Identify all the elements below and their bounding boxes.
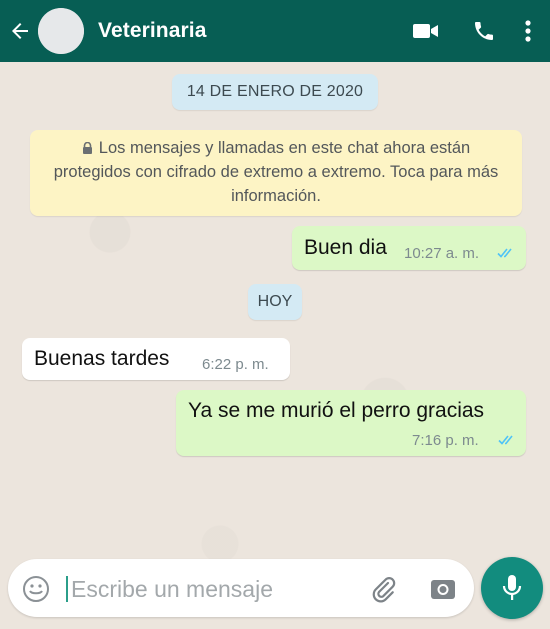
camera-icon[interactable] bbox=[429, 575, 457, 603]
chat-header: Veterinaria bbox=[0, 0, 550, 62]
message-bubble-outgoing[interactable]: Buen dia 10:27 a. m. bbox=[292, 226, 526, 270]
chat-area[interactable]: 14 DE ENERO DE 2020 Los mensajes y llama… bbox=[0, 62, 550, 629]
message-time: 10:27 a. m. bbox=[404, 245, 480, 262]
microphone-button[interactable] bbox=[481, 557, 543, 619]
text-cursor bbox=[66, 576, 68, 602]
phone-icon[interactable] bbox=[462, 0, 506, 62]
message-bubble-outgoing[interactable]: Ya se me murió el perro gracias 7:16 p. … bbox=[176, 390, 526, 456]
avatar[interactable] bbox=[38, 8, 84, 54]
message-time: 6:22 p. m. bbox=[202, 356, 269, 373]
message-bubble-incoming[interactable]: Buenas tardes 6:22 p. m. bbox=[22, 338, 290, 380]
today-chip: HOY bbox=[248, 284, 302, 320]
attach-icon[interactable] bbox=[368, 574, 398, 604]
video-call-icon[interactable] bbox=[404, 0, 448, 62]
message-composer[interactable]: Escribe un mensaje bbox=[8, 559, 474, 617]
message-text: Ya se me murió el perro gracias bbox=[188, 399, 485, 422]
message-time: 7:16 p. m. bbox=[412, 432, 479, 449]
more-options-icon[interactable] bbox=[512, 0, 544, 62]
microphone-icon bbox=[502, 575, 522, 600]
date-chip: 14 DE ENERO DE 2020 bbox=[172, 74, 378, 110]
lock-icon bbox=[82, 137, 93, 154]
message-input[interactable]: Escribe un mensaje bbox=[71, 576, 273, 603]
encryption-notice[interactable]: Los mensajes y llamadas en este chat aho… bbox=[30, 130, 522, 216]
encryption-notice-text: Los mensajes y llamadas en este chat aho… bbox=[53, 139, 499, 205]
read-ticks-icon bbox=[497, 246, 515, 264]
back-arrow-icon[interactable] bbox=[2, 0, 38, 62]
message-text: Buen dia bbox=[304, 236, 387, 259]
emoji-icon[interactable] bbox=[22, 575, 50, 603]
read-ticks-icon bbox=[498, 433, 516, 451]
whatsapp-chat-screen: Veterinaria 14 DE ENERO DE 2020 Los mens… bbox=[0, 0, 550, 629]
contact-name[interactable]: Veterinaria bbox=[98, 19, 390, 43]
message-text: Buenas tardes bbox=[34, 347, 170, 370]
